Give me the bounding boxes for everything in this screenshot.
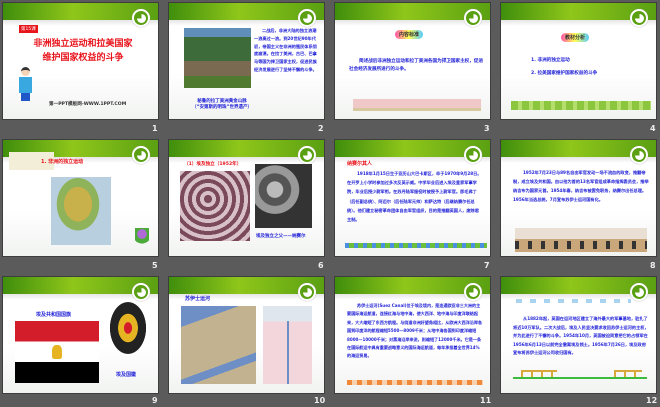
- section-heading: 教材分析: [561, 33, 590, 42]
- slide-number: 5: [152, 261, 158, 270]
- slide-number: 8: [650, 261, 656, 270]
- nasser-photo: [255, 164, 312, 228]
- content-paragraph: 简述战后非洲独立运动和拉丁美洲各国为捍卫国家主权，促进社会经济发展所进行的斗争。: [349, 59, 484, 72]
- garden-illustration: [353, 91, 481, 111]
- machu-picchu-photo: [184, 28, 251, 88]
- slide-thumbnail-1[interactable]: 第15课 非洲独立运动和拉美国家 维护国家权益的斗争 第一PPT模板网-WWW.1…: [2, 2, 159, 120]
- slide-thumbnail-3[interactable]: 内容标准 简述战后非洲独立运动和拉丁美洲各国为捍卫国家主权，促进社会经济发展所进…: [334, 2, 491, 120]
- pie-chart-icon: [630, 146, 648, 164]
- trees-illustration: [511, 101, 651, 110]
- marching-illustration: [515, 228, 647, 252]
- pie-chart-icon: [630, 9, 648, 27]
- egypt-flag: [15, 321, 99, 383]
- pie-chart-icon: [132, 9, 150, 27]
- fence-left: [521, 370, 557, 377]
- slide-thumbnail-11[interactable]: 苏伊士运河(Suez Canal)位于埃及境内，是连通欧亚非三大洲的主要国际海运…: [334, 276, 491, 394]
- lesson-badge: 第15课: [19, 25, 38, 33]
- section-heading: 1. 非洲的独立运动: [41, 159, 84, 165]
- pie-chart-icon: [464, 9, 482, 27]
- eagle-icon: [52, 345, 62, 359]
- slide-number: 2: [318, 124, 324, 133]
- grass-line: [513, 377, 647, 379]
- slide-number: 9: [152, 396, 158, 405]
- slide-number: 3: [484, 124, 490, 133]
- coup-paragraph: 1952年7月23日与89名自由军官发动一场不流血的政变，推翻帝制，成立埃及共和…: [513, 170, 649, 202]
- pie-chart-icon: [132, 146, 150, 164]
- slide-thumbnail-5[interactable]: 1. 非洲的独立运动: [2, 139, 159, 257]
- slide-number: 12: [646, 396, 658, 405]
- slide-number: 11: [480, 396, 492, 405]
- flower-border: [347, 380, 483, 385]
- pie-chart-icon: [298, 9, 316, 27]
- flag-caption: 埃及共和国国旗: [36, 312, 72, 318]
- pie-chart-icon: [464, 146, 482, 164]
- pie-chart-icon: [132, 283, 150, 301]
- slide-thumbnail-12[interactable]: 从1882年起，英国在运河地区建立了海外最大的军事基地，驻扎了将近10万军队。二…: [500, 276, 657, 394]
- slide-title: 非洲独立运动和拉美国家 维护国家权益的斗争: [33, 39, 133, 63]
- intro-paragraph: 二战后，非洲大陆的独立浪潮一浪高过一浪。到20世纪90年代初，帝国主义在非洲的殖…: [254, 28, 317, 72]
- slide-number: 4: [650, 124, 656, 133]
- slide-thumbnail-9[interactable]: 埃及共和国国旗 埃及国徽: [2, 276, 159, 394]
- biography-paragraph: 1918年1月15日生于亚历山大巴卡斯区，卒于1970年9月28日。在开罗上小学…: [347, 171, 482, 223]
- pie-chart-icon: [630, 283, 648, 301]
- cloud-decoration: [516, 299, 631, 303]
- slide-thumbnail-7[interactable]: 纳赛尔其人 1918年1月15日生于亚历山大巴卡斯区，卒于1970年9月28日。…: [334, 139, 491, 257]
- egypt-emblem: [105, 301, 151, 361]
- outline-item: 1. 非洲的独立运动: [531, 58, 570, 63]
- slide-thumbnail-4[interactable]: 教材分析 1. 非洲的独立运动 2. 拉美国家维护国家权益的斗争: [500, 2, 657, 120]
- slide-thumbnail-2[interactable]: 二战后，非洲大陆的独立浪潮一浪高过一浪。到20世纪90年代初，帝国主义在非洲的殖…: [168, 2, 325, 120]
- flower-border: [345, 243, 487, 248]
- suez-region-map: [181, 306, 256, 384]
- slide-number: 1: [152, 124, 158, 133]
- fence-right: [614, 370, 642, 377]
- outline-item: 2. 拉美国家维护国家权益的斗争: [531, 71, 598, 76]
- slide-thumbnail-8[interactable]: 1952年7月23日与89名自由军官发动一场不流血的政变，推翻帝制，成立埃及共和…: [500, 139, 657, 257]
- pie-chart-icon: [298, 146, 316, 164]
- slide-number: 6: [318, 261, 324, 270]
- slide-number: 7: [484, 261, 490, 270]
- section-heading: （1）埃及独立（1952年）: [184, 162, 242, 167]
- pie-chart-icon: [298, 283, 316, 301]
- slide-thumbnail-6[interactable]: （1）埃及独立（1952年） 埃及独立之父——纳赛尔: [168, 139, 325, 257]
- flower-decoration: [135, 228, 149, 248]
- photo-caption: 秘鲁的拉丁美洲黄金山脉 （“安第斯的明珠”世界遗产）: [192, 99, 252, 110]
- section-heading: 内容标准: [395, 30, 424, 39]
- pie-chart-icon: [464, 283, 482, 301]
- photo-caption: 埃及独立之父——纳赛尔: [256, 234, 306, 239]
- canal-paragraph: 苏伊士运河(Suez Canal)位于埃及境内，是连通欧亚非三大洲的主要国际海运…: [347, 303, 483, 359]
- section-heading: 纳赛尔其人: [347, 161, 373, 167]
- slide-number: 10: [314, 396, 326, 405]
- history-paragraph: 从1882年起，英国在运河地区建立了海外最大的军事基地，驻扎了将近10万军队。二…: [513, 316, 649, 355]
- slide-thumbnail-10[interactable]: 苏伊士运河: [168, 276, 325, 394]
- section-heading: 苏伊士运河: [185, 296, 211, 302]
- teacher-illustration: [17, 67, 35, 107]
- africa-map: [51, 177, 111, 245]
- footer-text: 第一PPT模板网-WWW.1PPT.COM: [49, 102, 127, 107]
- crowd-photo: [180, 171, 250, 241]
- canal-detail-map: [263, 306, 312, 384]
- emblem-caption: 埃及国徽: [116, 372, 137, 378]
